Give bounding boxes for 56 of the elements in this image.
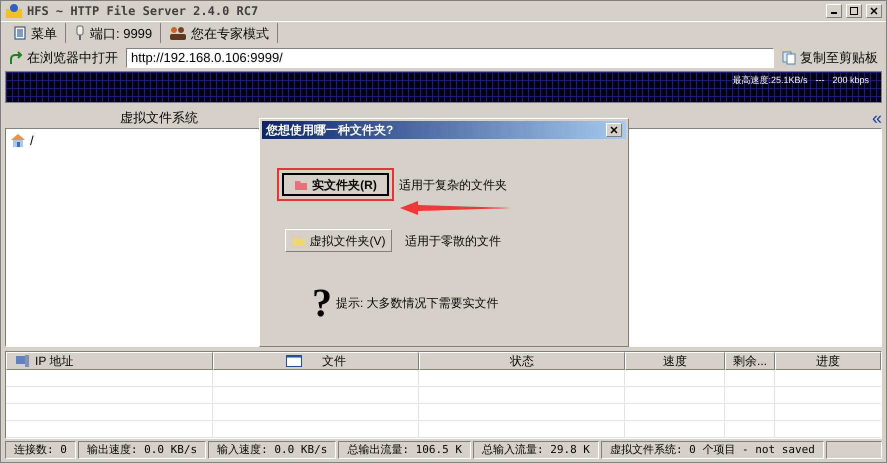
status-field: 总输入流量: 29.8 K: [472, 441, 599, 460]
column-label: 剩余...: [732, 353, 767, 370]
url-field[interactable]: http://192.168.0.106:9999/: [126, 48, 774, 68]
computer-icon: [15, 354, 31, 368]
column-label: 文件: [322, 353, 346, 370]
maximize-icon: [850, 6, 858, 15]
people-icon: [169, 25, 188, 42]
folder-type-button[interactable]: 实文件夹(R): [282, 173, 389, 196]
dialog-title: 您想使用哪一种文件夹?: [266, 122, 394, 139]
column-header[interactable]: 剩余...: [725, 352, 775, 370]
column-label: 状态: [510, 353, 534, 370]
column-header[interactable]: IP 地址: [6, 352, 213, 370]
collapse-button[interactable]: «: [872, 108, 882, 127]
copy-to-clipboard-button[interactable]: 复制至剪贴板: [778, 48, 882, 68]
rate-label: 200 kbps: [832, 74, 869, 87]
plug-icon: [74, 25, 86, 42]
toolbar-button[interactable]: 端口: 9999: [66, 23, 162, 44]
status-field: 总输出流量: 106.5 K: [338, 441, 471, 460]
column-label: IP 地址: [35, 353, 74, 370]
document-icon: [13, 26, 27, 40]
window-icon: [286, 355, 302, 368]
home-icon: [10, 133, 26, 148]
status-field: 输入速度: 0.0 KB/s: [208, 441, 336, 460]
toolbar-button[interactable]: 您在专家模式: [161, 23, 278, 44]
window-title: HFS ~ HTTP File Server 2.4.0 RC7: [27, 2, 260, 20]
pane-header: 虚拟文件系统: [119, 108, 199, 127]
copy-icon: [782, 50, 796, 65]
column-header[interactable]: 状态: [419, 352, 625, 370]
close-icon: [610, 126, 618, 134]
minimize-icon: [830, 12, 838, 14]
app-logo-icon: [5, 2, 23, 19]
status-field: 输出速度: 0.0 KB/s: [78, 441, 206, 460]
question-mark-icon: ?: [312, 283, 332, 323]
toolbar-button[interactable]: 菜单: [5, 23, 66, 44]
graph-separator: ---: [815, 74, 824, 87]
folder-type-button[interactable]: 虚拟文件夹(V): [285, 229, 392, 252]
close-button[interactable]: [866, 4, 882, 18]
column-label: 进度: [816, 353, 840, 370]
tree-item[interactable]: /: [30, 130, 34, 150]
arrow-icon: [9, 50, 23, 65]
status-field: [826, 441, 882, 460]
close-icon: [870, 6, 878, 15]
hint-text: 提示: 大多数情况下需要实文件: [336, 295, 499, 312]
max-speed-label: 最高速度:25.1KB/s: [732, 74, 808, 87]
close-button[interactable]: [606, 123, 622, 137]
status-field: 连接数: 0: [5, 441, 76, 460]
column-header[interactable]: 进度: [775, 352, 881, 370]
status-field: 虚拟文件系统: 0 个项目 - not saved: [600, 441, 824, 460]
column-label: 速度: [663, 353, 687, 370]
column-header[interactable]: 文件: [213, 352, 419, 370]
minimize-button[interactable]: [826, 4, 842, 18]
option-description: 适用于零散的文件: [405, 232, 501, 250]
open-in-browser-button[interactable]: 在浏览器中打开: [5, 48, 122, 68]
column-header[interactable]: 速度: [625, 352, 725, 370]
option-description: 适用于复杂的文件夹: [399, 176, 507, 194]
maximize-button[interactable]: [846, 4, 862, 18]
